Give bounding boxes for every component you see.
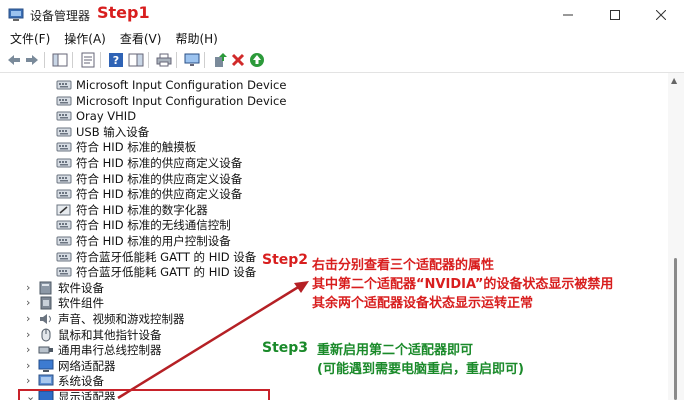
- annotation-arrow: [117, 281, 309, 400]
- display-adapter-highlight: [18, 389, 270, 400]
- device-manager-window: 设备管理器 Step1 文件(F) 操作(A) 查看(V) 帮助(H) ? Mi…: [0, 0, 684, 400]
